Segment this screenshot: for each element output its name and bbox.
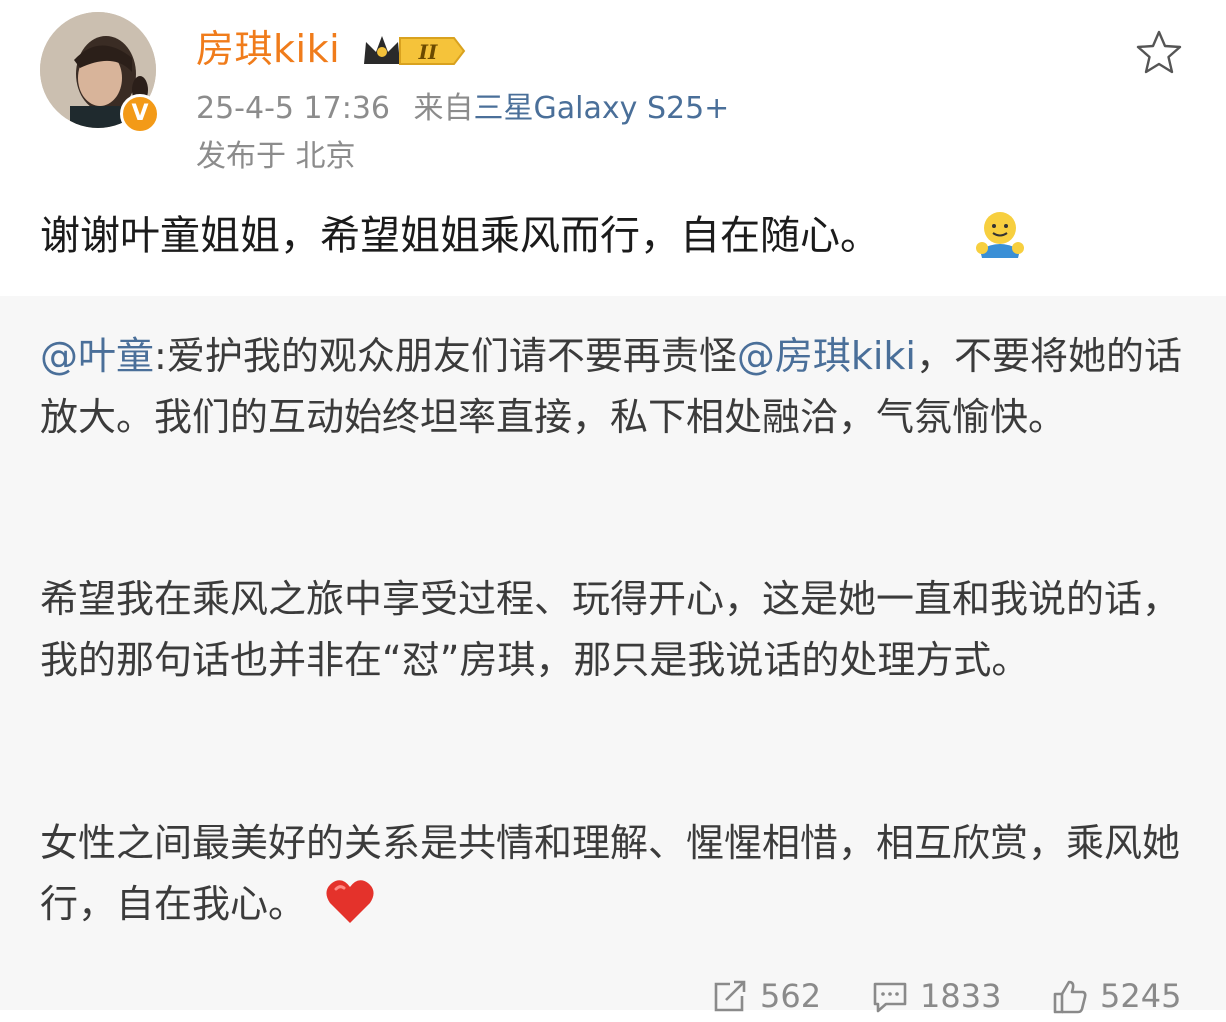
quote-colon: : [154, 334, 167, 378]
comment-button[interactable]: 1833 [872, 972, 1012, 1022]
repost-count: 562 [760, 977, 822, 1015]
quote-text-3: 女性之间最美好的关系是共情和理解、惺惺相惜，相互欣赏，乘风她行，自在我心。 [40, 821, 1181, 926]
mention-author[interactable]: @叶童 [40, 334, 154, 378]
level-text: II [418, 40, 438, 64]
quote-paragraph-3: 女性之间最美好的关系是共情和理解、惺惺相惜，相互欣赏，乘风她行，自在我心。 [40, 813, 1186, 935]
repost-icon [714, 980, 746, 1012]
like-button[interactable]: 5245 [1052, 972, 1202, 1022]
action-bar: 562 1833 5245 [0, 972, 1226, 1015]
favorite-star-icon[interactable] [1134, 28, 1184, 78]
repost-button[interactable]: 562 [712, 972, 832, 1022]
username[interactable]: 房琪kiki [196, 24, 340, 74]
quote-paragraph-2: 希望我在乘风之旅中享受过程、玩得开心，这是她一直和我说的话，我的那句话也并非在“… [40, 577, 1181, 682]
like-count: 5245 [1100, 977, 1182, 1015]
post-text: 谢谢叶童姐姐，希望姐姐乘风而行，自在随心。 [40, 213, 880, 259]
thumbs-up-icon [1053, 980, 1087, 1014]
device-link[interactable]: 三星Galaxy S25+ [474, 91, 730, 126]
comment-count: 1833 [920, 977, 1002, 1015]
red-heart-icon [326, 880, 374, 923]
crown-level-icon[interactable]: II [360, 30, 466, 72]
mention-target[interactable]: @房琪kiki [737, 334, 916, 378]
post-header: V 房琪kiki II 25-4-5 17:36 来自三星Galaxy S25+… [0, 0, 1226, 185]
comment-icon [873, 982, 907, 1013]
verified-badge: V [120, 94, 160, 134]
post-location: 发布于 北京 [196, 139, 356, 174]
quote-text-1a: 爱护我的观众朋友们请不要再责怪 [166, 334, 737, 378]
post-meta: 25-4-5 17:36 来自三星Galaxy S25+ [196, 88, 729, 130]
quote-paragraph-1: @叶童:爱护我的观众朋友们请不要再责怪@房琪kiki，不要将她的话放大。我们的互… [40, 326, 1186, 448]
post-datetime: 25-4-5 17:36 [196, 91, 390, 126]
hug-emoji-icon [976, 212, 1024, 258]
source-prefix: 来自 [413, 91, 474, 126]
